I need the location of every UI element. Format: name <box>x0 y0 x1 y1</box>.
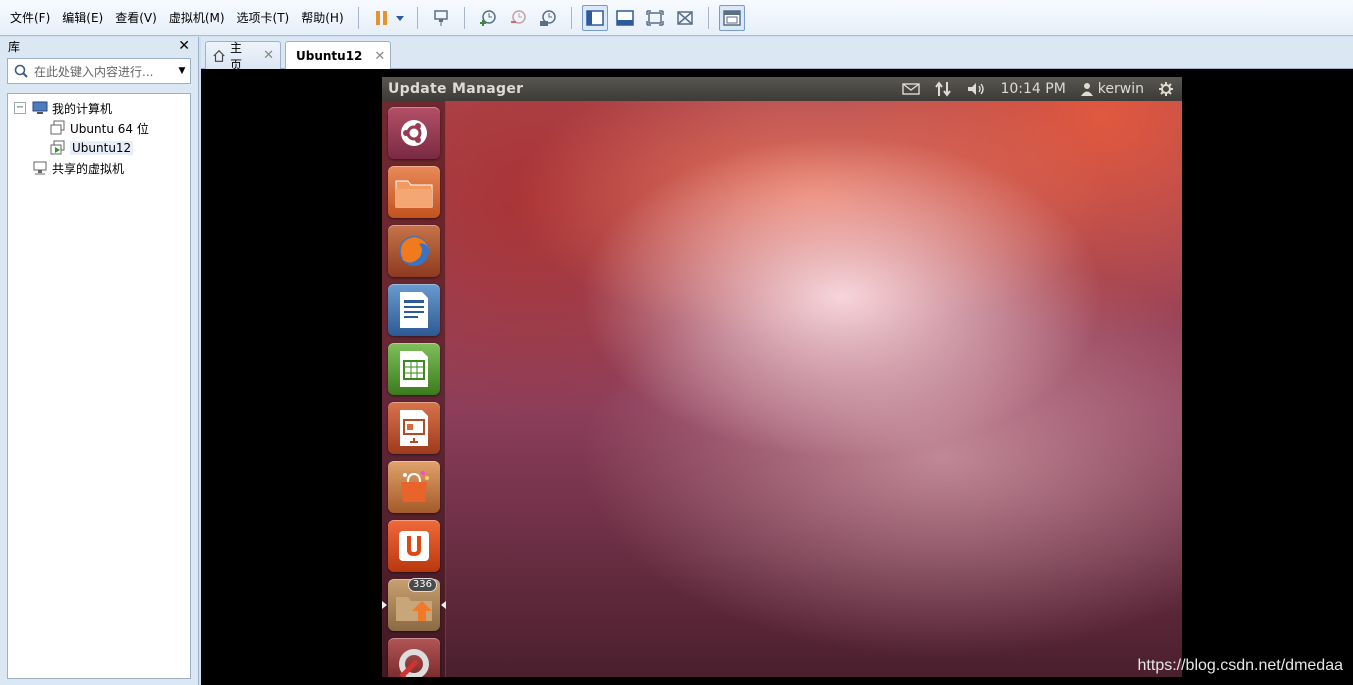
menu-edit[interactable]: 编辑(E) <box>56 0 109 36</box>
libreoffice-impress-icon[interactable] <box>388 402 440 454</box>
menu-tabs[interactable]: 选项卡(T) <box>231 0 296 36</box>
dropdown-arrow-icon[interactable] <box>393 5 407 31</box>
library-title: 库 <box>8 39 21 54</box>
toolbar-separator <box>357 6 359 29</box>
snapshot-take-icon[interactable] <box>475 5 501 31</box>
dash-home-icon[interactable] <box>388 107 440 159</box>
library-tree: − 我的计算机 Ubuntu 64 位 Ubuntu12 共享的虚拟机 <box>7 93 191 679</box>
mail-icon[interactable] <box>902 82 921 96</box>
fullscreen-icon[interactable] <box>642 5 668 31</box>
volume-icon[interactable] <box>966 81 986 97</box>
tree-row-shared-vms[interactable]: 共享的虚拟机 <box>8 158 190 178</box>
panel-clock[interactable]: 10:14 PM <box>1000 81 1065 97</box>
libreoffice-calc-icon[interactable] <box>388 343 440 395</box>
toolbar-separator <box>416 6 418 29</box>
library-header: 库 ✕ <box>0 37 198 55</box>
launcher-running-arrow-icon <box>382 601 387 609</box>
tab-home[interactable]: 主页 ✕ <box>205 41 281 72</box>
toolbar-separator <box>570 6 572 29</box>
ubuntu-one-icon[interactable] <box>388 520 440 572</box>
menu-file[interactable]: 文件(F) <box>0 0 56 36</box>
library-search-box[interactable]: 在此处键入内容进行... ▼ <box>7 58 191 84</box>
shared-vm-icon <box>33 161 47 175</box>
panel-app-title: Update Manager <box>388 81 524 97</box>
search-input[interactable]: 在此处键入内容进行... <box>34 63 174 80</box>
ubuntu-launcher: 336 <box>382 101 446 677</box>
tab-label: 主页 <box>230 40 243 72</box>
snapshot-revert-icon[interactable] <box>505 5 531 31</box>
tree-label-vm: Ubuntu 64 位 <box>70 121 149 136</box>
close-icon[interactable]: ✕ <box>263 48 274 63</box>
tree-row-my-computer[interactable]: − 我的计算机 <box>8 98 190 118</box>
vm-running-icon <box>50 140 65 155</box>
pause-icon[interactable] <box>369 5 395 31</box>
library-panel: 库 ✕ 在此处键入内容进行... ▼ − 我的计算机 Ubuntu 64 位 U… <box>0 37 199 685</box>
tree-label-shared: 共享的虚拟机 <box>52 161 125 176</box>
menu-help[interactable]: 帮助(H) <box>295 0 349 36</box>
close-icon[interactable]: ✕ <box>374 49 385 64</box>
view-library-icon[interactable] <box>581 4 608 31</box>
tree-label-vm: Ubuntu12 <box>70 141 134 155</box>
chevron-down-icon[interactable]: ▼ <box>174 66 190 76</box>
panel-indicators: 10:14 PM kerwin <box>902 81 1182 97</box>
power-gear-icon[interactable] <box>1158 81 1174 97</box>
ubuntu-top-panel: Update Manager 10:14 PM kerwin <box>382 77 1182 101</box>
watermark-text: https://blog.csdn.net/dmedaa <box>1137 657 1343 674</box>
update-count-badge: 336 <box>407 578 437 592</box>
menu-vm[interactable]: 虚拟机(M) <box>163 0 231 36</box>
send-ctrl-alt-del-icon[interactable] <box>428 5 454 31</box>
tab-strip: 主页 ✕ Ubuntu12 ✕ <box>201 37 1353 72</box>
guest-desktop[interactable]: Update Manager 10:14 PM kerwin 336 <box>382 77 1182 677</box>
collapse-toggle-icon[interactable]: − <box>14 102 26 114</box>
tree-row-vm-ubuntu64[interactable]: Ubuntu 64 位 <box>8 118 190 138</box>
view-thumbnail-icon[interactable] <box>612 5 638 31</box>
panel-user: kerwin <box>1097 81 1144 97</box>
files-home-icon[interactable] <box>388 166 440 218</box>
system-settings-icon[interactable] <box>388 638 440 677</box>
tab-label: Ubuntu12 <box>296 49 363 63</box>
close-icon[interactable]: ✕ <box>178 38 190 54</box>
computer-icon <box>32 101 48 114</box>
vm-icon <box>50 120 65 135</box>
toolbar-separator <box>707 6 709 29</box>
libreoffice-writer-icon[interactable] <box>388 284 440 336</box>
tree-row-vm-ubuntu12[interactable]: Ubuntu12 <box>8 138 190 158</box>
update-manager-icon[interactable]: 336 <box>388 578 440 631</box>
tab-ubuntu12[interactable]: Ubuntu12 ✕ <box>285 41 391 70</box>
launcher-focus-arrow-icon <box>441 601 446 609</box>
console-view-icon[interactable] <box>718 4 745 31</box>
user-icon[interactable]: kerwin <box>1080 81 1144 97</box>
search-icon <box>8 64 34 78</box>
unity-icon[interactable] <box>672 5 698 31</box>
network-icon[interactable] <box>934 81 952 97</box>
menu-bar: 文件(F) 编辑(E) 查看(V) 虚拟机(M) 选项卡(T) 帮助(H) <box>0 0 1353 36</box>
firefox-icon[interactable] <box>388 225 440 277</box>
snapshot-manager-icon[interactable] <box>535 5 561 31</box>
tree-label-my-computer: 我的计算机 <box>52 101 113 116</box>
menu-view[interactable]: 查看(V) <box>109 0 163 36</box>
home-icon <box>213 49 225 62</box>
vm-console[interactable]: Update Manager 10:14 PM kerwin 336 https… <box>201 69 1353 685</box>
ubuntu-software-center-icon[interactable] <box>388 461 440 513</box>
toolbar-separator <box>463 6 465 29</box>
